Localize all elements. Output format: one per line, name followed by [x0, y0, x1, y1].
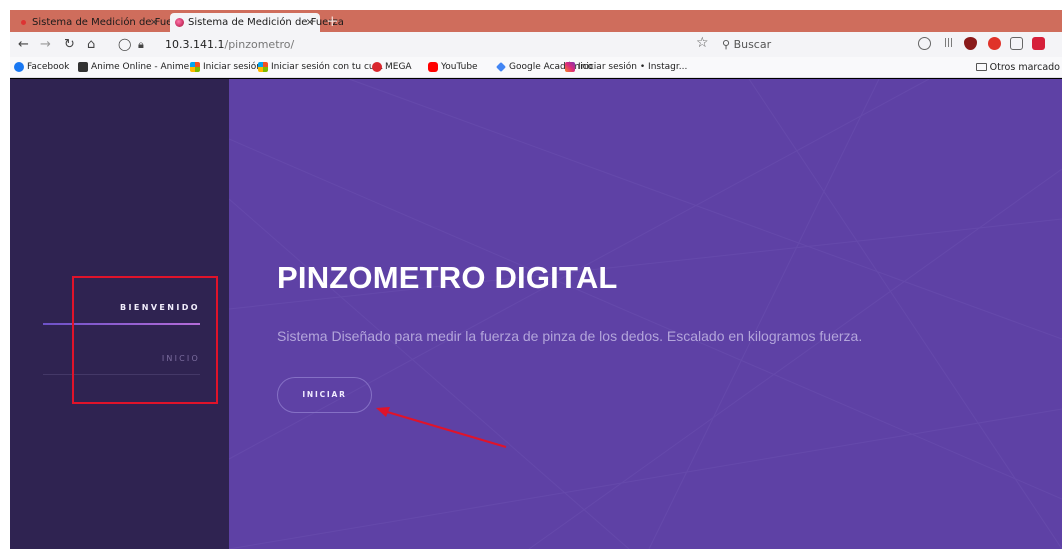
youtube-icon: [428, 62, 438, 72]
tab-title: Sistema de Medición de Fuerza: [188, 17, 344, 28]
sidebar: BIENVENIDO INICIO: [10, 79, 229, 549]
navigation-bar: ← → ↻ ⌂ ◯ 🔒︎ 10.3.141.1/pinzometro/ ☆ ⚲ …: [10, 32, 1062, 57]
bookmark-label: Iniciar sesión: [203, 62, 263, 72]
forward-icon[interactable]: →: [40, 36, 51, 53]
bookmark-label: Iniciar sesión con tu cu...: [271, 62, 384, 72]
bookmark-login-ms[interactable]: Iniciar sesión: [190, 61, 262, 74]
tab-2-active[interactable]: Sistema de Medición de Fuerza ×: [170, 13, 344, 32]
search-icon: ⚲: [722, 38, 734, 51]
star-icon[interactable]: ☆: [696, 35, 709, 51]
close-tab-icon[interactable]: ×: [150, 13, 158, 32]
anime-icon: [78, 62, 88, 72]
folder-icon: [975, 63, 987, 71]
scholar-icon: [496, 62, 506, 72]
url-path: /pinzometro/: [224, 38, 295, 51]
bookmark-anime[interactable]: Anime Online - Anime...: [78, 61, 198, 74]
tab-favicon-icon: [175, 18, 184, 27]
new-tab-button[interactable]: +: [326, 12, 339, 30]
tab-title: Sistema de Medición de Fuerza: [32, 17, 188, 28]
bookmarks-bar: Facebook Anime Online - Anime... Iniciar…: [10, 57, 1062, 78]
reload-icon[interactable]: ↻: [64, 36, 75, 53]
url-host: 10.3.141.1: [165, 38, 225, 51]
lock-icon[interactable]: 🔒︎: [138, 36, 144, 53]
bookmark-label: Anime Online - Anime...: [91, 62, 198, 72]
bookmark-label: Iniciar sesión • Instagr...: [578, 62, 688, 72]
page-title: PINZOMETRO DIGITAL: [277, 260, 618, 295]
bookmark-youtube[interactable]: YouTube: [428, 61, 478, 74]
microsoft-icon: [190, 62, 200, 72]
pocket-icon[interactable]: [918, 37, 931, 50]
shield-icon[interactable]: ◯: [118, 36, 131, 53]
microsoft-icon: [258, 62, 268, 72]
adblock-icon[interactable]: [988, 37, 1001, 50]
close-tab-icon[interactable]: ×: [306, 13, 314, 32]
bookmark-mega[interactable]: MEGA: [372, 61, 412, 74]
iniciar-button[interactable]: INICIAR: [277, 377, 372, 413]
page-subtitle: Sistema Diseñado para medir la fuerza de…: [277, 328, 863, 344]
tab-favicon-icon: [21, 20, 26, 25]
bookmark-label: YouTube: [441, 62, 478, 72]
bookmark-label: MEGA: [385, 62, 412, 72]
other-bookmarks-label: Otros marcado: [989, 62, 1060, 73]
tab-1[interactable]: Sistema de Medición de Fuerza ×: [14, 13, 188, 32]
annotation-highlight-box: [72, 276, 218, 404]
mega-icon: [372, 62, 382, 72]
page-content: BIENVENIDO INICIO PINZOMETRO DIGITAL Sis…: [10, 79, 1062, 549]
bookmark-login-ms-2[interactable]: Iniciar sesión con tu cu...: [258, 61, 383, 74]
tab-strip: Sistema de Medición de Fuerza × Sistema …: [10, 10, 1062, 32]
browser-window: Sistema de Medición de Fuerza × Sistema …: [10, 10, 1062, 549]
ublock-icon[interactable]: [964, 37, 977, 50]
sidebar-icon[interactable]: [1010, 37, 1023, 50]
bookmark-instagram[interactable]: Iniciar sesión • Instagr...: [565, 61, 687, 74]
instagram-icon: [565, 62, 575, 72]
search-placeholder: Buscar: [733, 38, 772, 51]
url-bar[interactable]: 10.3.141.1/pinzometro/: [165, 37, 294, 52]
bookmark-label: Facebook: [27, 62, 70, 72]
search-input[interactable]: ⚲ Buscar: [722, 37, 771, 52]
library-icon[interactable]: |||: [942, 37, 955, 50]
facebook-icon: [14, 62, 24, 72]
hero-section: PINZOMETRO DIGITAL Sistema Diseñado para…: [229, 79, 1062, 549]
background-lines: [229, 79, 1062, 549]
bookmark-facebook[interactable]: Facebook: [14, 61, 69, 74]
back-icon[interactable]: ←: [18, 36, 29, 53]
extension-icon[interactable]: [1032, 37, 1045, 50]
home-icon[interactable]: ⌂: [87, 36, 95, 53]
other-bookmarks[interactable]: Otros marcado: [975, 61, 1060, 74]
